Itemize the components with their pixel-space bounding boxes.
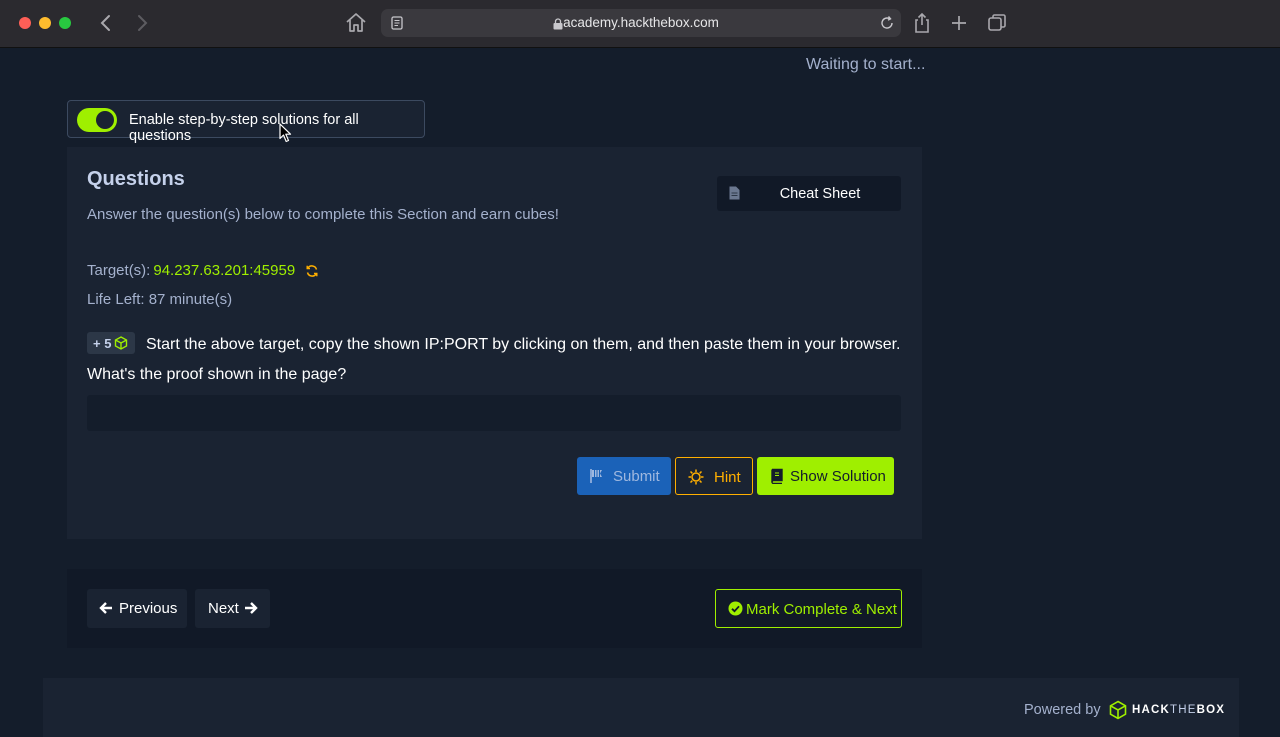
toggle-label: Enable step-by-step solutions for all qu… — [129, 112, 359, 144]
chevron-left-icon[interactable] — [94, 10, 118, 36]
close-window-button[interactable] — [19, 17, 31, 29]
browser-toolbar: academy.hackthebox.com — [0, 0, 1280, 48]
hint-icon — [688, 469, 704, 485]
section-subtitle: Answer the question(s) below to complete… — [87, 206, 559, 223]
mark-complete-label: Mark Complete & Next — [746, 601, 897, 618]
show-solution-label: Show Solution — [790, 468, 886, 485]
htb-brand-text: HACKTHEBOX — [1132, 704, 1225, 716]
mouse-cursor-icon — [279, 123, 292, 143]
hint-label: Hint — [714, 469, 741, 486]
submit-button[interactable]: Submit — [577, 457, 671, 495]
step-solutions-toggle[interactable]: Enable step-by-step solutions for all qu… — [67, 100, 425, 144]
refresh-icon[interactable] — [305, 264, 319, 278]
next-label: Next — [208, 600, 239, 617]
status-text: Waiting to start... — [806, 56, 926, 73]
reload-icon[interactable] — [879, 15, 895, 31]
address-bar[interactable]: academy.hackthebox.com — [381, 9, 901, 37]
home-icon[interactable] — [344, 11, 368, 35]
brand-the: THE — [1170, 704, 1197, 716]
submit-label: Submit — [613, 468, 660, 485]
target-label: Target(s): — [87, 262, 151, 279]
footer: Powered by HACKTHEBOX — [43, 678, 1239, 737]
mark-complete-next-button[interactable]: Mark Complete & Next — [715, 589, 902, 628]
answer-input[interactable] — [87, 395, 901, 431]
section-title: Questions — [87, 168, 185, 190]
arrow-left-icon — [99, 601, 113, 615]
cheat-sheet-button[interactable]: Cheat Sheet — [717, 176, 901, 211]
arrow-right-icon — [244, 601, 258, 615]
questions-panel: Questions Answer the question(s) below t… — [67, 147, 922, 539]
powered-by-text: Powered by — [1024, 702, 1101, 718]
check-circle-icon — [728, 601, 743, 616]
toggle-knob — [96, 111, 114, 129]
plus-icon[interactable] — [947, 11, 971, 35]
next-button[interactable]: Next — [195, 589, 270, 628]
hint-button[interactable]: Hint — [675, 457, 753, 495]
brand-box: BOX — [1196, 704, 1226, 716]
book-icon — [769, 468, 785, 485]
brand-hack: HACK — [1132, 704, 1171, 716]
htb-logo-icon — [1108, 700, 1128, 720]
minimize-window-button[interactable] — [39, 17, 51, 29]
flag-icon — [589, 468, 605, 484]
cheat-sheet-label: Cheat Sheet — [779, 186, 861, 202]
url-text: academy.hackthebox.com — [563, 15, 719, 30]
target-ip[interactable]: 94.237.63.201:45959 — [153, 262, 295, 279]
target-row: Target(s): 94.237.63.201:45959 — [87, 262, 295, 279]
chevron-right-icon[interactable] — [130, 10, 154, 36]
tabs-icon[interactable] — [985, 11, 1009, 35]
share-icon[interactable] — [910, 11, 934, 35]
show-solution-button[interactable]: Show Solution — [757, 457, 894, 495]
question-text: Start the above target, copy the shown I… — [87, 336, 901, 383]
maximize-window-button[interactable] — [59, 17, 71, 29]
previous-button[interactable]: Previous — [87, 589, 187, 628]
section-navigation: Previous Next Mark Complete & Next — [67, 569, 922, 648]
life-left: Life Left: 87 minute(s) — [87, 291, 233, 308]
toggle-switch[interactable] — [77, 108, 117, 132]
previous-label: Previous — [119, 600, 178, 617]
